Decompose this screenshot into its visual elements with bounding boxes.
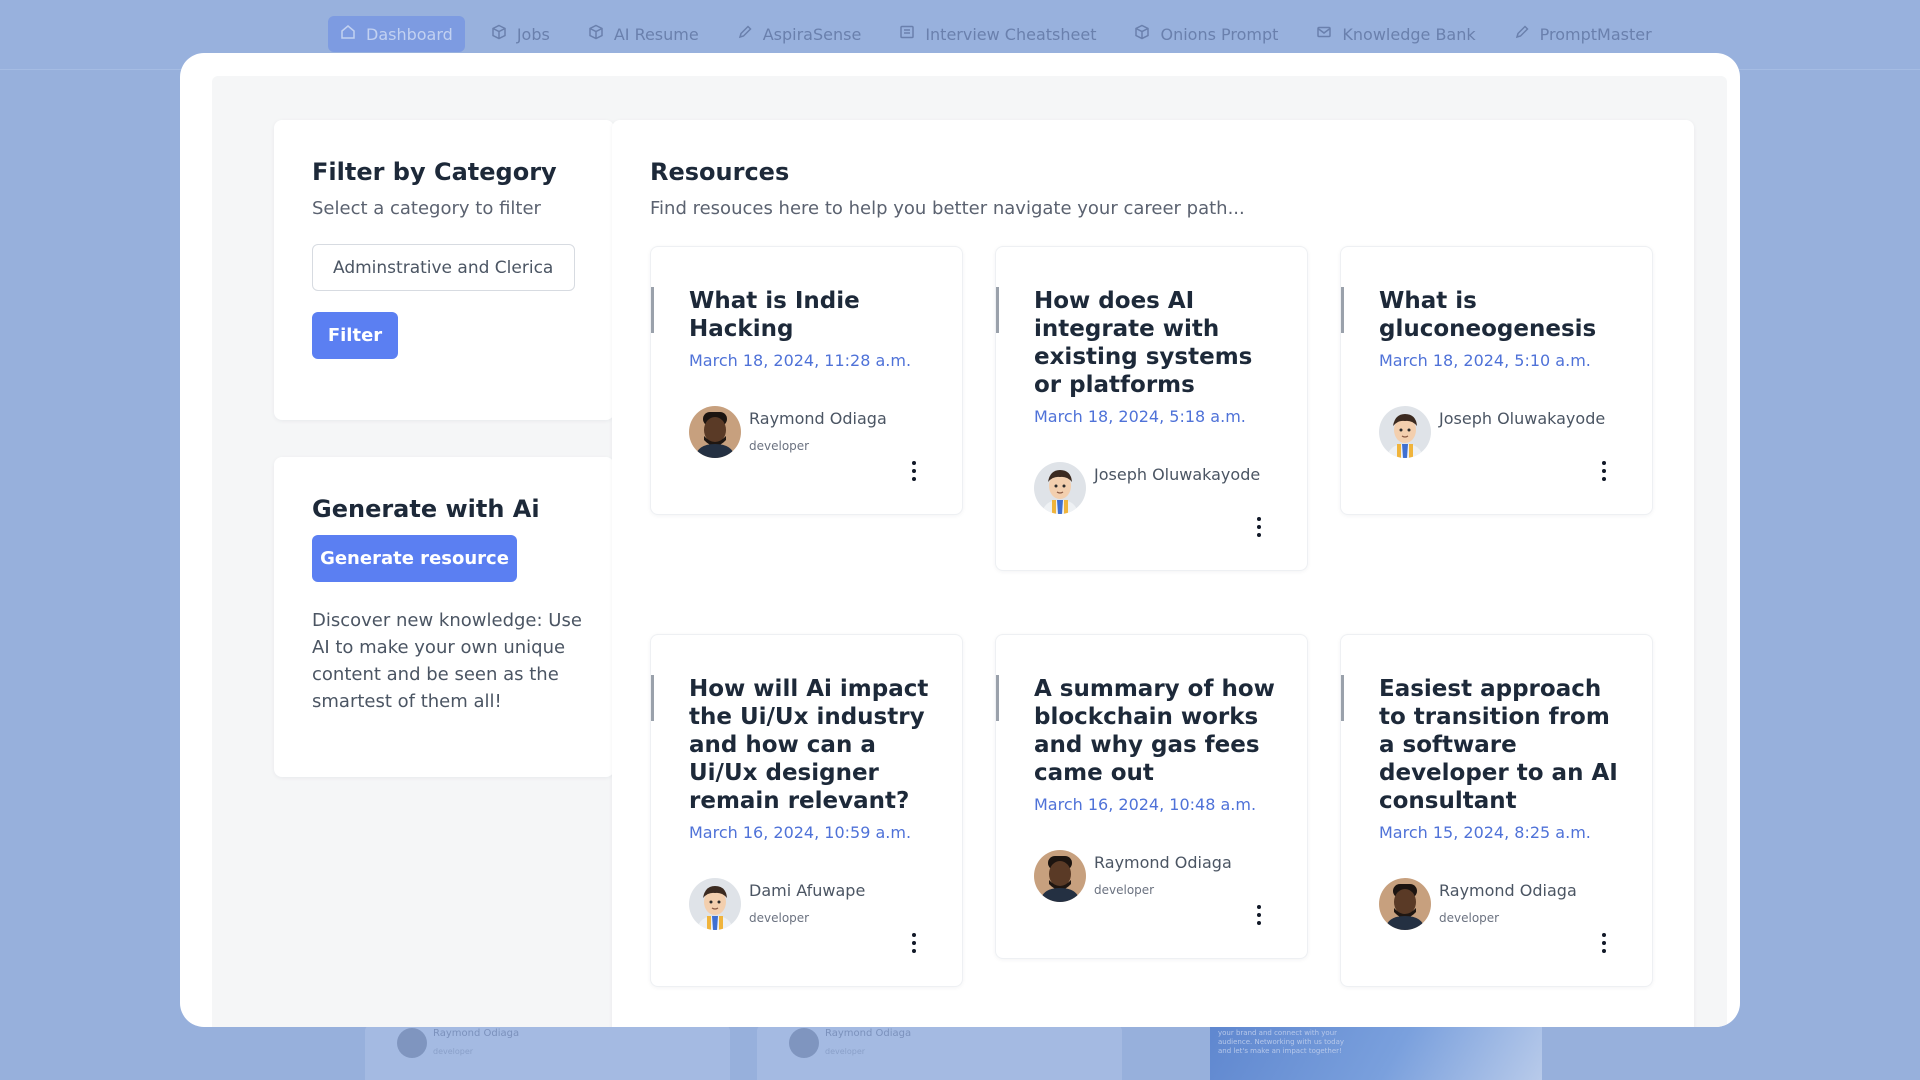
category-input[interactable]	[312, 244, 575, 291]
avatar	[1034, 850, 1086, 902]
nav-item-aspirasense[interactable]: AspiraSense	[725, 16, 874, 52]
avatar	[689, 406, 741, 458]
pencil-icon	[737, 24, 753, 44]
more-options-icon[interactable]	[1255, 516, 1263, 538]
resource-title[interactable]: Easiest approach to transition from a so…	[1379, 675, 1629, 815]
filter-button[interactable]: Filter	[312, 312, 398, 359]
author-role: developer	[1094, 883, 1155, 897]
resources-modal: Filter by Category Select a category to …	[180, 53, 1740, 1027]
author-role: developer	[433, 1047, 474, 1056]
author-role: developer	[749, 439, 810, 453]
avatar	[789, 1028, 819, 1058]
author-name: Joseph Oluwakayode	[1094, 465, 1261, 484]
resource-card[interactable]: A summary of how blockchain works and wh…	[995, 634, 1308, 959]
author-role: developer	[1439, 911, 1500, 925]
resource-date: March 18, 2024, 11:28 a.m.	[689, 351, 912, 370]
nav-item-interview-cheatsheet[interactable]: Interview Cheatsheet	[887, 16, 1108, 52]
filter-panel: Filter by Category Select a category to …	[274, 120, 614, 420]
nav-item-onions-prompt[interactable]: Onions Prompt	[1122, 16, 1290, 52]
resource-date: March 15, 2024, 8:25 a.m.	[1379, 823, 1591, 842]
cube-icon	[491, 24, 507, 44]
nav-item-label: PromptMaster	[1539, 24, 1652, 44]
resources-panel: Resources Find resouces here to help you…	[612, 120, 1694, 1027]
background-card: Raymond Odiaga developer	[365, 1025, 730, 1080]
generate-panel: Generate with Ai Generate resource Disco…	[274, 457, 614, 777]
resource-title[interactable]: A summary of how blockchain works and wh…	[1034, 675, 1284, 787]
resource-card[interactable]: What is gluconeogenesis March 18, 2024, 5…	[1340, 246, 1653, 515]
resource-title[interactable]: How will Ai impact the Ui/Ux industry an…	[689, 675, 939, 815]
nav-item-dashboard[interactable]: Dashboard	[328, 16, 465, 52]
background-card: Raymond Odiaga developer	[757, 1025, 1122, 1080]
resource-card[interactable]: Easiest approach to transition from a so…	[1340, 634, 1653, 987]
author-name: Joseph Oluwakayode	[1439, 409, 1606, 428]
nav-item-jobs[interactable]: Jobs	[479, 16, 562, 52]
background-image: your brand and connect with your audienc…	[1210, 1025, 1542, 1080]
generate-resource-button[interactable]: Generate resource	[312, 535, 517, 582]
nav-item-label: Knowledge Bank	[1342, 24, 1476, 44]
nav-item-label: Interview Cheatsheet	[925, 24, 1097, 44]
resource-date: March 18, 2024, 5:10 a.m.	[1379, 351, 1591, 370]
nav-item-label: AI Resume	[613, 24, 699, 44]
resource-date: March 16, 2024, 10:48 a.m.	[1034, 795, 1257, 814]
card-accent-bar	[1341, 287, 1344, 333]
author-name: Raymond Odiaga	[825, 1028, 912, 1039]
nav-item-label: Dashboard	[366, 24, 453, 44]
mail-icon	[1316, 24, 1332, 44]
pencil-icon	[1514, 24, 1530, 44]
author-role: developer	[825, 1047, 866, 1056]
home-icon	[340, 24, 356, 44]
resource-date: March 18, 2024, 5:18 a.m.	[1034, 407, 1246, 426]
resource-card[interactable]: What is Indie Hacking March 18, 2024, 11:…	[650, 246, 963, 515]
generate-description: Discover new knowledge: Use AI to make y…	[312, 610, 582, 712]
nav-item-label: AspiraSense	[762, 24, 862, 44]
card-accent-bar	[1341, 675, 1344, 721]
more-options-icon[interactable]	[1255, 904, 1263, 926]
resource-title[interactable]: What is gluconeogenesis	[1379, 287, 1629, 343]
avatar	[689, 878, 741, 930]
author-name: Raymond Odiaga	[433, 1028, 520, 1039]
avatar	[1034, 462, 1086, 514]
filter-subtitle: Select a category to filter	[312, 198, 541, 219]
more-options-icon[interactable]	[910, 932, 918, 954]
resource-date: March 16, 2024, 10:59 a.m.	[689, 823, 912, 842]
card-accent-bar	[651, 675, 654, 721]
more-options-icon[interactable]	[1600, 932, 1608, 954]
nav-items: Dashboard Jobs AI Resume AspiraSense Intervi…	[328, 16, 1664, 52]
modal-content: Filter by Category Select a category to …	[212, 76, 1727, 1027]
nav-item-ai-resume[interactable]: AI Resume	[576, 16, 711, 52]
cube-icon	[588, 24, 604, 44]
avatar	[397, 1028, 427, 1058]
generate-title: Generate with Ai	[312, 495, 540, 523]
avatar	[1379, 878, 1431, 930]
card-accent-bar	[996, 287, 999, 333]
author-role: developer	[749, 911, 810, 925]
nav-item-promptmaster[interactable]: PromptMaster	[1502, 16, 1664, 52]
resource-card[interactable]: How will Ai impact the Ui/Ux industry an…	[650, 634, 963, 987]
nav-item-label: Jobs	[516, 24, 550, 44]
resources-subtitle: Find resouces here to help you better na…	[650, 198, 1245, 219]
avatar	[1379, 406, 1431, 458]
more-options-icon[interactable]	[910, 460, 918, 482]
filter-title: Filter by Category	[312, 158, 557, 186]
nav-item-label: Onions Prompt	[1160, 24, 1279, 44]
resource-title[interactable]: What is Indie Hacking	[689, 287, 939, 343]
nav-item-knowledge-bank[interactable]: Knowledge Bank	[1304, 16, 1487, 52]
card-accent-bar	[651, 287, 654, 333]
background-image-text: your brand and connect with your audienc…	[1218, 1029, 1345, 1055]
card-accent-bar	[996, 675, 999, 721]
more-options-icon[interactable]	[1600, 460, 1608, 482]
author-name: Raymond Odiaga	[749, 409, 887, 428]
resource-card[interactable]: How does AI integrate with existing syst…	[995, 246, 1308, 571]
document-icon	[899, 24, 915, 44]
cube-icon	[1134, 24, 1150, 44]
author-name: Raymond Odiaga	[1094, 853, 1232, 872]
resource-title[interactable]: How does AI integrate with existing syst…	[1034, 287, 1284, 399]
resources-title: Resources	[650, 158, 790, 186]
author-name: Dami Afuwape	[749, 881, 866, 900]
author-name: Raymond Odiaga	[1439, 881, 1577, 900]
